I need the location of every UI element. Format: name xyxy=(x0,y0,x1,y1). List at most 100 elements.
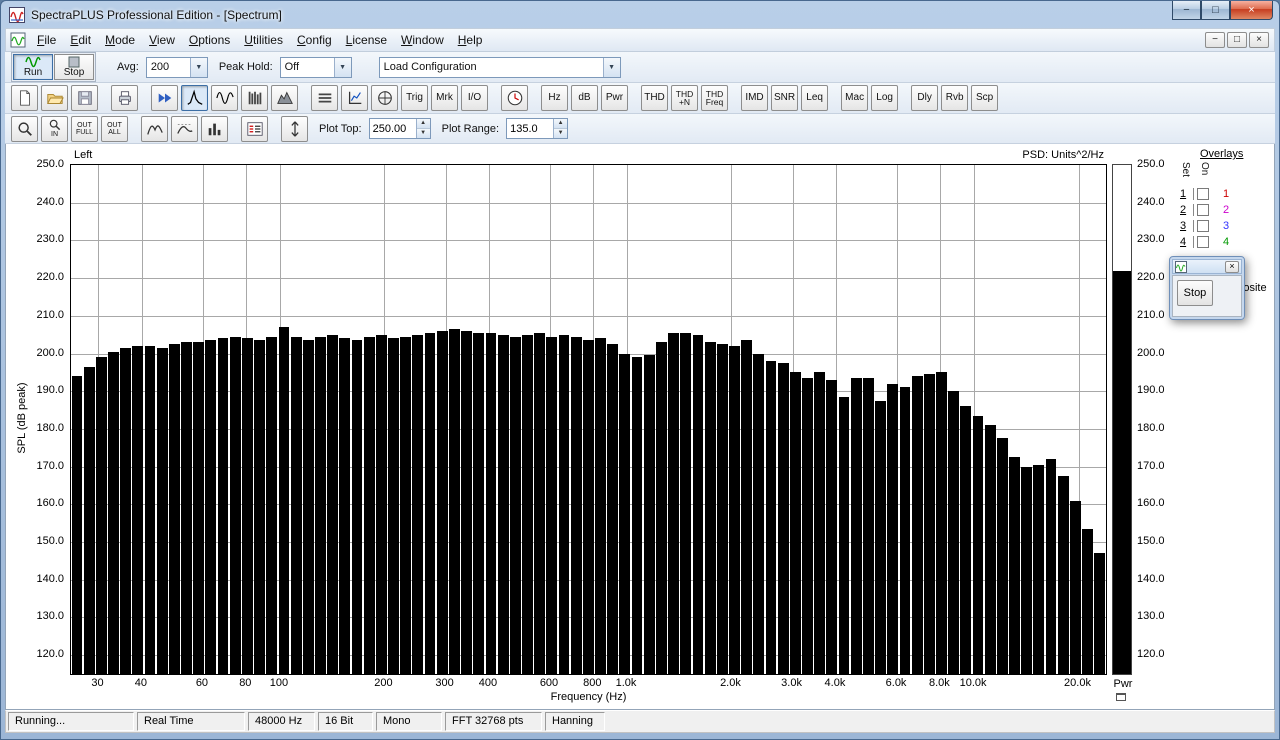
histogram-button[interactable] xyxy=(201,115,228,142)
overlay-set-link[interactable]: 3 xyxy=(1180,220,1190,232)
new-file-button[interactable] xyxy=(11,85,38,111)
power-meter-minimize-icon[interactable] xyxy=(1116,693,1126,701)
floating-window-close-button[interactable]: × xyxy=(1225,260,1239,273)
xy-axis-view-button[interactable] xyxy=(341,85,368,111)
spectrum-bar xyxy=(862,378,874,674)
y-tick-label: 190.0 xyxy=(36,384,64,397)
plot-top-input[interactable] xyxy=(369,119,416,138)
status-panel-1: Running... xyxy=(8,712,134,731)
menu-item-window[interactable]: Window xyxy=(394,30,451,50)
menu-item-utilities[interactable]: Utilities xyxy=(237,30,290,50)
thd-n-button[interactable]: THD +N xyxy=(671,85,698,111)
spectrum-bar xyxy=(485,332,497,674)
zoom-button[interactable] xyxy=(11,115,38,142)
spin-up-icon[interactable]: ▲ xyxy=(416,119,430,129)
load-configuration-combobox[interactable]: Load Configuration ▼ xyxy=(378,56,621,78)
spectrum-bar xyxy=(911,376,923,674)
power-units-button[interactable]: Pwr xyxy=(601,85,628,111)
spectrogram-view-button[interactable] xyxy=(241,85,268,111)
thd-button[interactable]: THD xyxy=(641,85,668,111)
plot-range-input[interactable] xyxy=(507,119,554,138)
peak-hold-combobox[interactable]: Off ▼ xyxy=(279,56,352,78)
load-configuration-value: Load Configuration xyxy=(383,61,477,73)
io-button[interactable]: I/O xyxy=(461,85,488,111)
run-button[interactable]: Run xyxy=(13,54,53,80)
magnifier-icon xyxy=(17,121,32,136)
overlays-title[interactable]: Overlays xyxy=(1200,148,1274,160)
trigger-button[interactable]: Trig xyxy=(401,85,428,111)
menu-item-options[interactable]: Options xyxy=(182,30,237,50)
macro-button[interactable]: Mac xyxy=(841,85,869,111)
mdi-close-button[interactable]: × xyxy=(1249,32,1269,48)
overlay-on-checkbox[interactable] xyxy=(1197,236,1209,248)
overlay-on-checkbox[interactable] xyxy=(1197,220,1209,232)
floating-stop-window[interactable]: × Stop xyxy=(1169,256,1245,320)
menu-item-mode[interactable]: Mode xyxy=(98,30,142,50)
log-button[interactable]: Log xyxy=(871,85,899,111)
mdi-restore-button[interactable]: □ xyxy=(1227,32,1247,48)
spectrum-bar xyxy=(83,366,95,674)
time-series-view-button[interactable] xyxy=(311,85,338,111)
stop-button[interactable]: Stop xyxy=(54,54,94,80)
waveform-view-button[interactable] xyxy=(211,85,238,111)
delay-button[interactable]: Dly xyxy=(911,85,939,111)
chevron-down-icon[interactable]: ▼ xyxy=(189,57,207,77)
overlay-on-checkbox[interactable] xyxy=(1197,204,1209,216)
titlebar[interactable]: SpectraPLUS Professional Edition - [Spec… xyxy=(5,1,1275,28)
status-panel-2: Real Time xyxy=(137,712,245,731)
spin-down-icon[interactable]: ▼ xyxy=(554,129,568,138)
close-button[interactable]: × xyxy=(1230,1,1273,20)
menu-item-view[interactable]: View xyxy=(142,30,182,50)
y-tick-label: 180.0 xyxy=(36,421,64,434)
mdi-minimize-button[interactable]: − xyxy=(1205,32,1225,48)
menu-item-help[interactable]: Help xyxy=(451,30,490,50)
thd-freq-line2: Freq xyxy=(705,97,724,107)
spin-up-icon[interactable]: ▲ xyxy=(554,119,568,129)
overlay-on-checkbox[interactable] xyxy=(1197,188,1209,200)
vertical-scale-button[interactable] xyxy=(281,115,308,142)
zoom-in-button[interactable]: IN xyxy=(41,115,68,142)
db-units-button[interactable]: dB xyxy=(571,85,598,111)
menu-item-edit[interactable]: Edit xyxy=(63,30,98,50)
snr-button[interactable]: SNR xyxy=(771,85,799,111)
floating-window-titlebar[interactable]: × xyxy=(1172,259,1242,274)
floating-stop-button[interactable]: Stop xyxy=(1177,280,1213,306)
spin-down-icon[interactable]: ▼ xyxy=(416,129,430,138)
print-button[interactable] xyxy=(111,85,138,111)
legend-button[interactable] xyxy=(241,115,268,142)
hz-units-button[interactable]: Hz xyxy=(541,85,568,111)
status-panel-5: Mono xyxy=(376,712,442,731)
menu-item-config[interactable]: Config xyxy=(290,30,339,50)
menu-item-license[interactable]: License xyxy=(339,30,394,50)
overlay-set-link[interactable]: 1 xyxy=(1180,188,1190,200)
smooth-curve-button[interactable] xyxy=(171,115,198,142)
chevron-down-icon[interactable]: ▼ xyxy=(333,57,351,77)
avg-combobox[interactable]: 200 ▼ xyxy=(145,56,208,78)
marker-button[interactable]: Mrk xyxy=(431,85,458,111)
phase-view-button[interactable] xyxy=(371,85,398,111)
zoom-out-all-button[interactable]: OUT ALL xyxy=(101,115,128,142)
x-tick-label: 100 xyxy=(269,677,289,689)
open-file-button[interactable] xyxy=(41,85,68,111)
y-tick-label: 240.0 xyxy=(1137,195,1165,208)
spectrum-view-button[interactable] xyxy=(181,85,208,111)
surface-view-button[interactable] xyxy=(271,85,298,111)
fast-forward-button[interactable] xyxy=(151,85,178,111)
overlay-set-link[interactable]: 2 xyxy=(1180,204,1190,216)
minimize-button[interactable]: − xyxy=(1172,1,1201,20)
overlay-number: 4 xyxy=(1223,236,1230,248)
reverb-button[interactable]: Rvb xyxy=(941,85,969,111)
overlay-set-link[interactable]: 4 xyxy=(1180,236,1190,248)
leq-button[interactable]: Leq xyxy=(801,85,829,111)
spectrum-plot[interactable] xyxy=(70,164,1107,675)
scope-button[interactable]: Scp xyxy=(971,85,999,111)
peak-curve-button[interactable] xyxy=(141,115,168,142)
chevron-down-icon[interactable]: ▼ xyxy=(602,57,620,77)
timer-button[interactable] xyxy=(501,85,528,111)
thd-freq-button[interactable]: THD Freq xyxy=(701,85,728,111)
menu-item-file[interactable]: File xyxy=(30,30,63,50)
imd-button[interactable]: IMD xyxy=(741,85,768,111)
maximize-button[interactable]: □ xyxy=(1201,1,1230,20)
zoom-out-full-button[interactable]: OUT FULL xyxy=(71,115,98,142)
save-file-button[interactable] xyxy=(71,85,98,111)
